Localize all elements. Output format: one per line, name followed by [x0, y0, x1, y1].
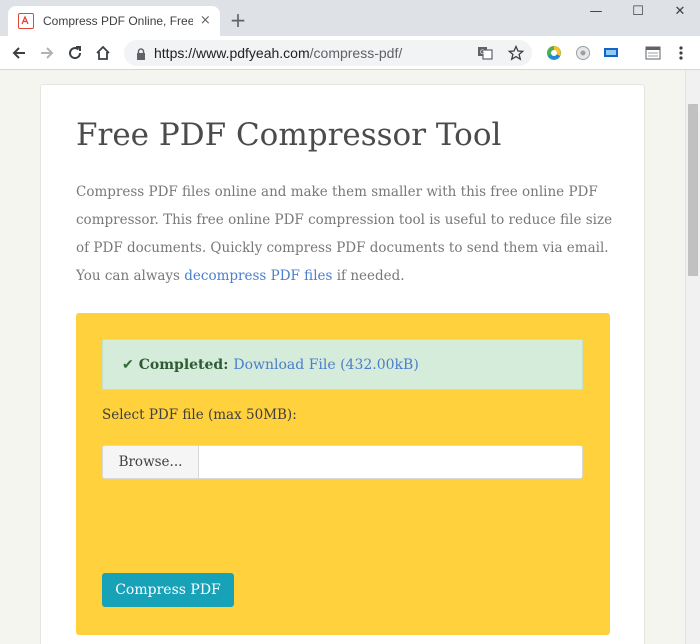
back-icon[interactable] [8, 42, 30, 64]
svg-text:G: G [480, 49, 485, 56]
address-bar[interactable]: https://www.pdfyeah.com/compress-pdf/ G [124, 40, 532, 66]
intro-after: if needed. [332, 268, 405, 284]
scroll-thumb[interactable] [688, 104, 698, 276]
browser-tab[interactable]: Compress PDF Online, Free PDF × [8, 6, 220, 36]
compress-pdf-button[interactable]: Compress PDF [102, 573, 234, 607]
forward-icon[interactable] [36, 42, 58, 64]
tab-title: Compress PDF Online, Free PDF [43, 14, 193, 28]
new-tab-button[interactable]: + [228, 10, 248, 30]
url-host: https://www.pdfyeah.com [154, 45, 310, 61]
reload-icon[interactable] [64, 42, 86, 64]
browser-toolbar: https://www.pdfyeah.com/compress-pdf/ G [0, 36, 700, 70]
status-alert: ✔ Completed: Download File (432.00kB) [102, 339, 583, 390]
file-name-field[interactable] [199, 446, 582, 478]
url-text: https://www.pdfyeah.com/compress-pdf/ [154, 40, 402, 66]
screen-extension-icon[interactable] [600, 42, 622, 64]
file-input[interactable]: Browse... [102, 445, 583, 479]
maximize-button[interactable]: ☐ [623, 4, 653, 20]
tab-strip: Compress PDF Online, Free PDF × + — ☐ ✕ [0, 0, 700, 36]
status-label: Completed: [138, 356, 229, 373]
content-card: Free PDF Compressor Tool Compress PDF fi… [40, 84, 645, 644]
lock-icon [134, 46, 148, 60]
browse-button[interactable]: Browse... [103, 446, 199, 478]
close-window-button[interactable]: ✕ [665, 4, 695, 20]
page-viewport: Free PDF Compressor Tool Compress PDF fi… [0, 70, 685, 644]
minimize-button[interactable]: — [581, 4, 611, 20]
vertical-scrollbar[interactable] [685, 70, 700, 644]
pdf-favicon-icon [18, 13, 34, 29]
tab-close-icon[interactable]: × [199, 14, 212, 28]
tab-manager-icon[interactable] [642, 42, 664, 64]
upload-panel: ✔ Completed: Download File (432.00kB) Se… [76, 313, 610, 635]
download-link[interactable]: Download File (432.00kB) [233, 357, 418, 373]
page-title: Free PDF Compressor Tool [76, 117, 502, 153]
chrome-extension-icon[interactable] [543, 42, 565, 64]
menu-icon[interactable] [670, 42, 692, 64]
translate-icon[interactable]: G [476, 44, 494, 62]
url-path: /compress-pdf/ [309, 45, 403, 61]
extension-icon[interactable] [572, 42, 594, 64]
decompress-link[interactable]: decompress PDF files [184, 268, 332, 284]
checkmark-icon: ✔ [122, 356, 134, 373]
intro-paragraph: Compress PDF files online and make them … [76, 178, 616, 290]
file-label: Select PDF file (max 50MB): [102, 407, 297, 423]
home-icon[interactable] [92, 42, 114, 64]
star-icon[interactable] [507, 44, 525, 62]
